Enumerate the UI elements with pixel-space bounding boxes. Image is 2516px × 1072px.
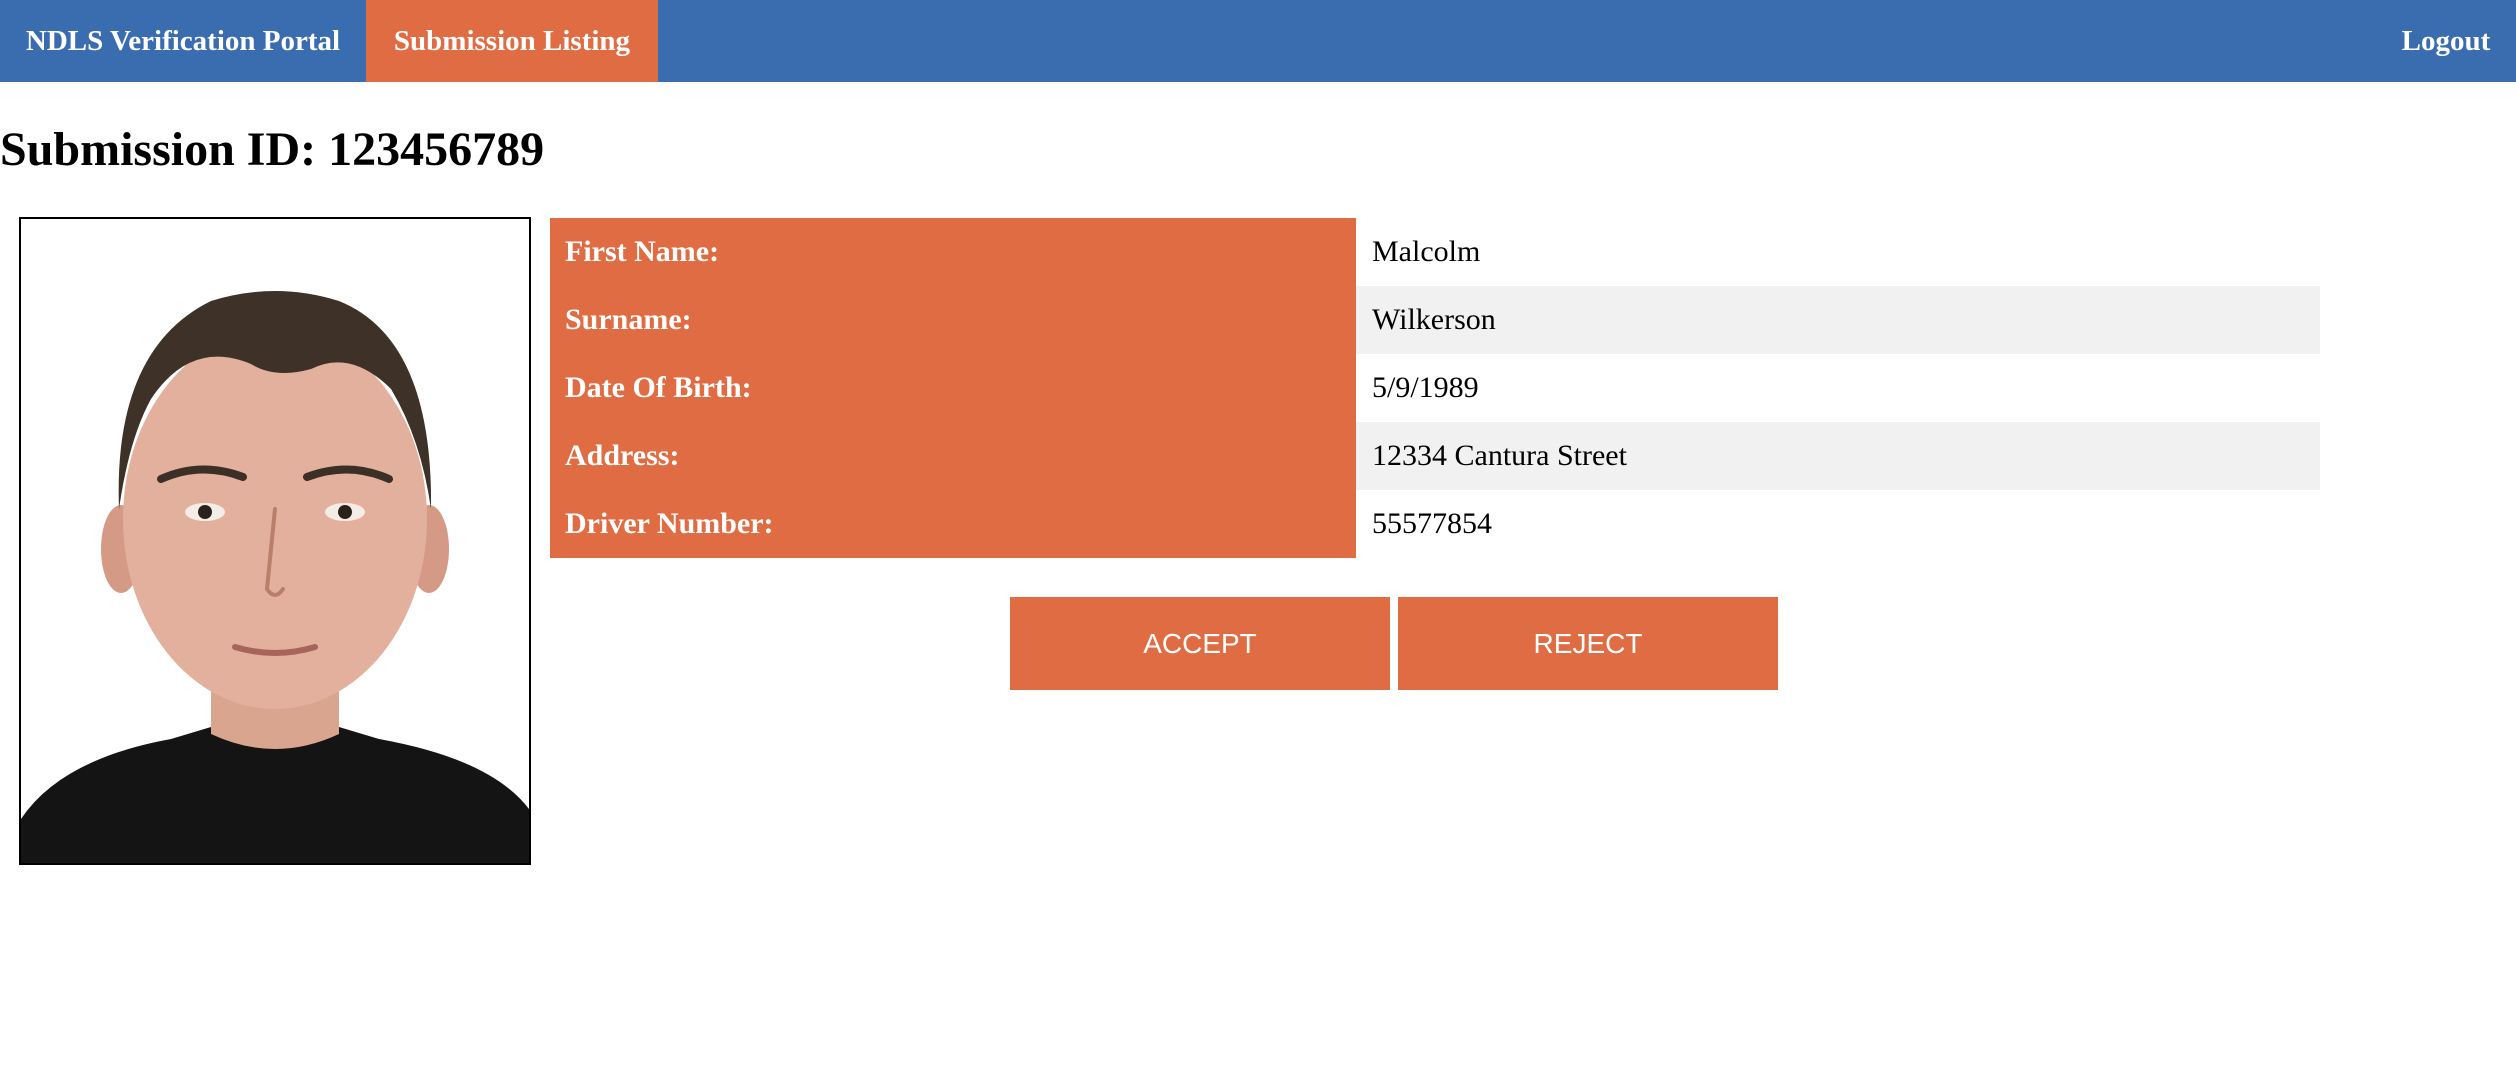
- tab-submission-listing[interactable]: Submission Listing: [366, 0, 658, 82]
- accept-button[interactable]: ACCEPT: [1010, 597, 1390, 690]
- detail-value: 55577854: [1372, 507, 1492, 540]
- detail-row-surname: Surname: Wilkerson: [550, 286, 2320, 354]
- detail-row-address: Address: 12334 Cantura Street: [550, 422, 2320, 490]
- detail-label: Driver Number:: [550, 490, 1356, 558]
- detail-row-driver-number: Driver Number: 55577854: [550, 490, 2320, 558]
- top-navbar: NDLS Verification Portal Submission List…: [0, 0, 2516, 82]
- reject-button[interactable]: REJECT: [1398, 597, 1778, 690]
- detail-row-date-of-birth: Date Of Birth: 5/9/1989: [550, 354, 2320, 422]
- detail-label: First Name:: [550, 218, 1356, 286]
- applicant-photo: [19, 217, 531, 865]
- page-title: Submission ID: 123456789: [0, 123, 545, 176]
- detail-value: Malcolm: [1372, 235, 1481, 268]
- detail-value: 12334 Cantura Street: [1356, 422, 2320, 490]
- detail-value: 5/9/1989: [1372, 371, 1479, 404]
- detail-row-first-name: First Name: Malcolm: [550, 218, 2320, 286]
- driver-details-table: First Name: Malcolm Surname: Wilkerson D…: [550, 218, 2320, 558]
- detail-label: Address:: [550, 422, 1356, 490]
- detail-label: Surname:: [550, 286, 1356, 354]
- detail-label: Date Of Birth:: [550, 354, 1356, 422]
- logout-link[interactable]: Logout: [2376, 0, 2516, 82]
- detail-value: Wilkerson: [1356, 286, 2320, 354]
- brand-link[interactable]: NDLS Verification Portal: [0, 0, 366, 82]
